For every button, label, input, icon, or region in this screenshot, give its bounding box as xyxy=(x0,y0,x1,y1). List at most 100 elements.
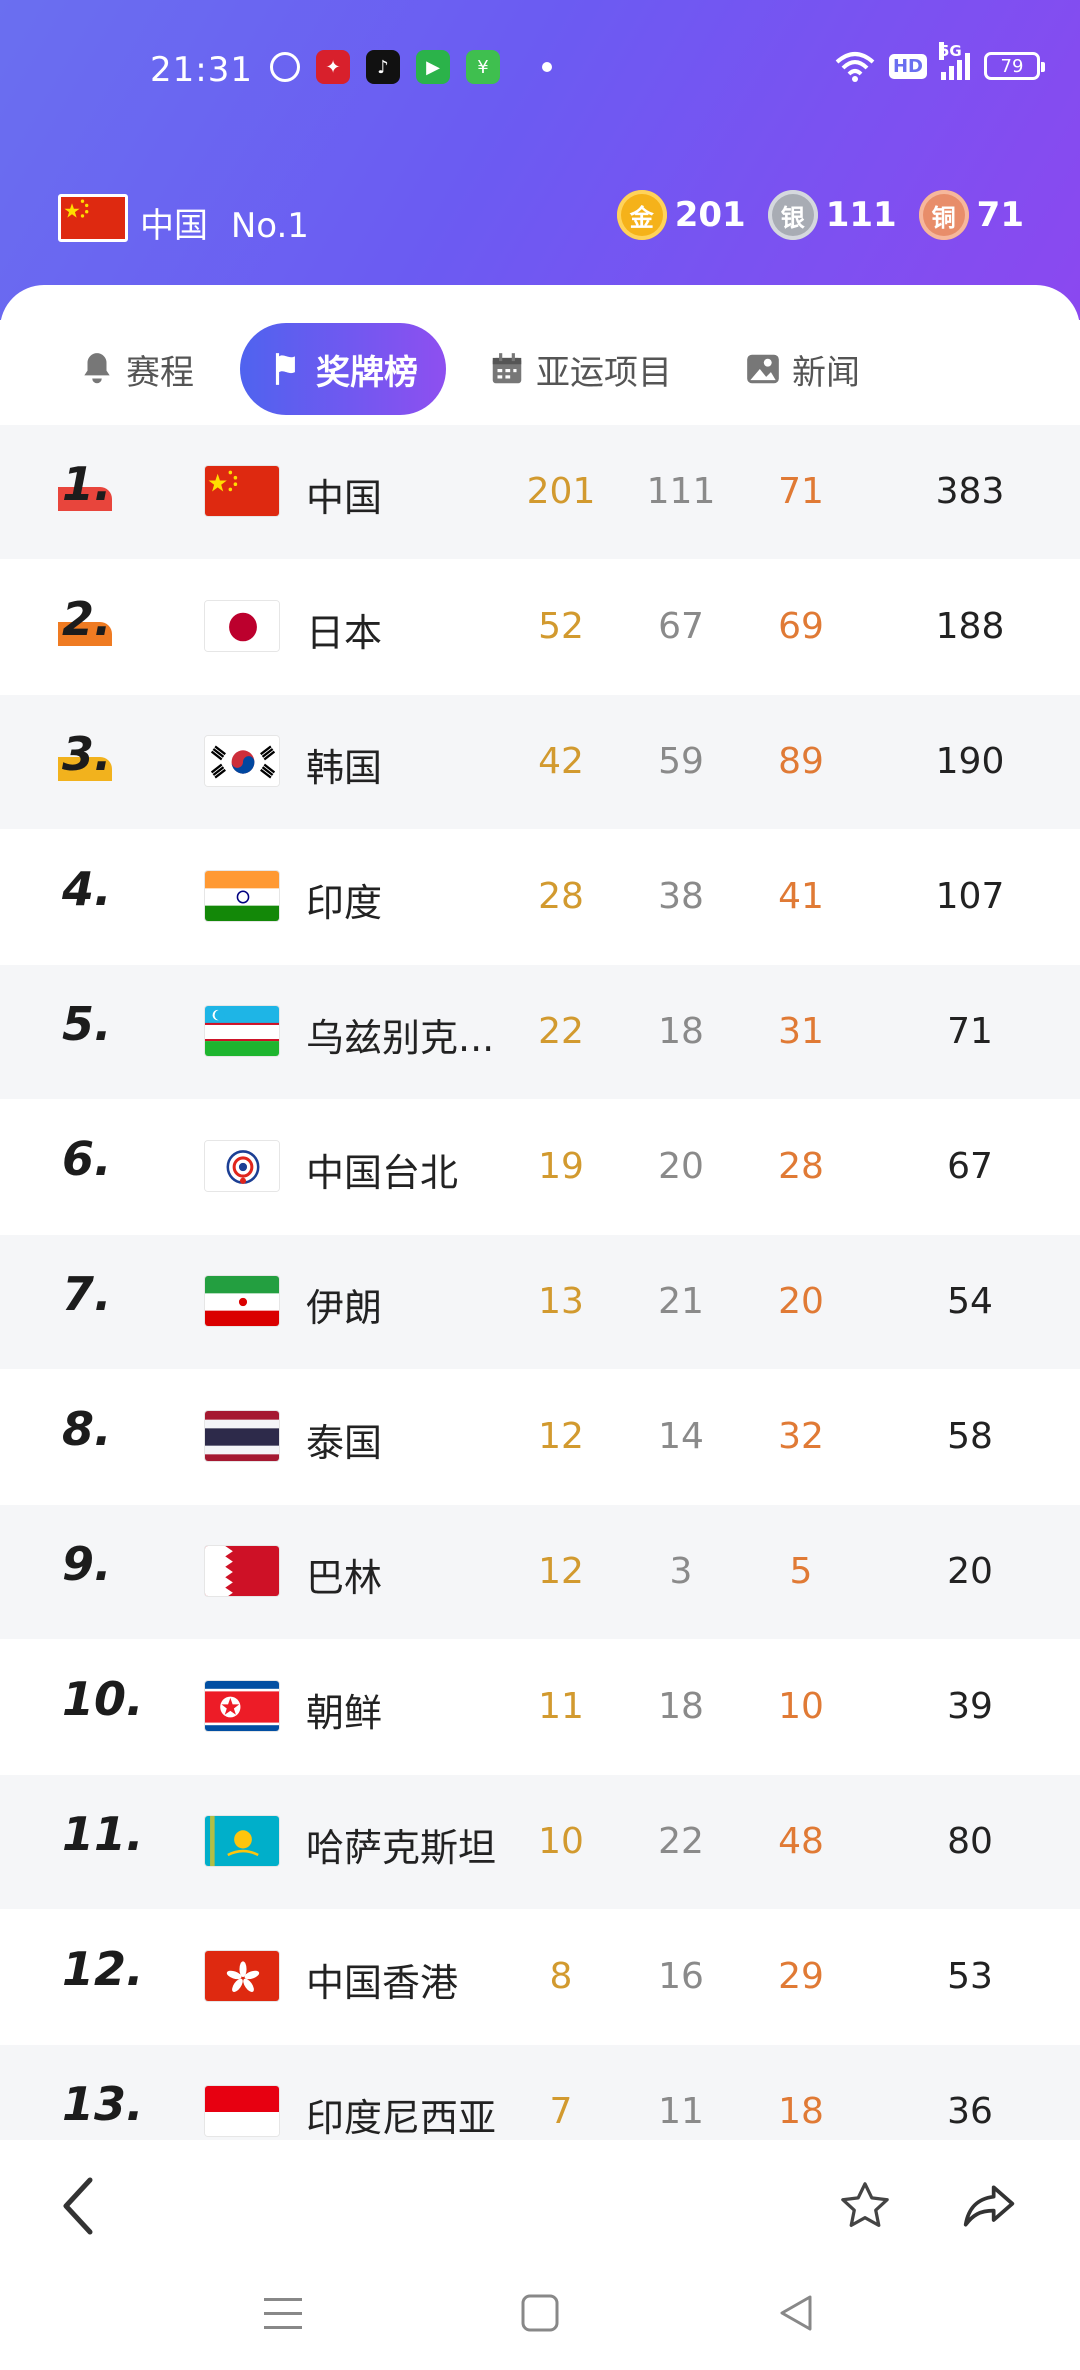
country-flag-icon xyxy=(204,1275,280,1327)
gold-count: 52 xyxy=(538,606,584,647)
tab-medal-table-label: 奖牌榜 xyxy=(316,352,418,393)
gold-count: 12 xyxy=(538,1416,584,1457)
total-count: 39 xyxy=(947,1686,993,1727)
table-row[interactable]: 8. 泰国 12 14 32 58 xyxy=(0,1370,1080,1504)
silver-count: 111 xyxy=(646,471,716,512)
rank-number: 9. xyxy=(62,1537,112,1591)
country-name: 印度 xyxy=(306,881,383,925)
country-flag-icon xyxy=(204,1950,280,2002)
bronze-count: 41 xyxy=(778,876,824,917)
country-name: 中国台北 xyxy=(306,1151,459,1195)
total-count: 53 xyxy=(947,1956,993,1997)
tab-bar: 赛程 奖牌榜 亚运项目 新闻 xyxy=(0,323,1080,415)
leading-country: 中国 No.1 xyxy=(140,198,309,247)
share-icon[interactable] xyxy=(958,2178,1020,2234)
content-card: 赛程 奖牌榜 亚运项目 新闻 1. 中国 201 111 71 383 2. 日… xyxy=(0,285,1080,2179)
bronze-count: 89 xyxy=(778,741,824,782)
total-count: 188 xyxy=(935,606,1005,647)
tab-schedule-label: 赛程 xyxy=(126,352,194,393)
total-count: 58 xyxy=(947,1416,993,1457)
notification-icons: ✦ ♪ ▶ ¥ xyxy=(270,50,552,84)
silver-count: 20 xyxy=(658,1146,704,1187)
silver-count: 11 xyxy=(658,2091,704,2132)
gold-count: 19 xyxy=(538,1146,584,1187)
table-row[interactable]: 10. 朝鲜 11 18 10 39 xyxy=(0,1640,1080,1774)
gold-count: 22 xyxy=(538,1011,584,1052)
table-row[interactable]: 4. 印度 28 38 41 107 xyxy=(0,830,1080,964)
tab-medal-table[interactable]: 奖牌榜 xyxy=(240,323,446,415)
home-icon[interactable] xyxy=(520,2292,560,2334)
menu-icon[interactable] xyxy=(262,2294,304,2334)
tab-schedule[interactable]: 赛程 xyxy=(78,323,194,415)
gold-total: 金 201 xyxy=(616,190,746,240)
battery-icon: 79 xyxy=(984,52,1045,80)
rank-number: 1. xyxy=(62,457,112,511)
system-status-icons: HD 5G 79 xyxy=(835,42,1045,82)
table-row[interactable]: 2. 日本 52 67 69 188 xyxy=(0,560,1080,694)
country-name: 乌兹别克... xyxy=(306,1016,495,1060)
bronze-count: 18 xyxy=(778,2091,824,2132)
rank-number: 5. xyxy=(62,997,112,1051)
table-row[interactable]: 11. 哈萨克斯坦 10 22 48 80 xyxy=(0,1775,1080,1909)
bell-icon xyxy=(84,353,110,384)
video-app-notification-icon: ▶ xyxy=(416,50,450,84)
rank-number: 6. xyxy=(62,1132,112,1186)
bronze-total: 铜 71 xyxy=(918,190,1024,240)
table-row[interactable]: 3. 韩国 42 59 89 190 xyxy=(0,695,1080,829)
table-row[interactable]: 12. 中国香港 8 16 29 53 xyxy=(0,1910,1080,2044)
gold-medal-icon: 金 xyxy=(616,190,667,240)
status-time: 21:31 xyxy=(150,50,253,90)
country-flag-icon xyxy=(204,600,280,652)
country-name: 中国 xyxy=(306,476,383,520)
country-name: 朝鲜 xyxy=(306,1691,383,1735)
rank-number: 13. xyxy=(62,2077,144,2131)
rank-number: 2. xyxy=(62,592,112,646)
rank-number: 8. xyxy=(62,1402,112,1456)
tab-news-label: 新闻 xyxy=(792,352,860,393)
country-flag-icon xyxy=(204,1005,280,1057)
gold-count: 7 xyxy=(549,2091,573,2132)
bronze-count: 29 xyxy=(778,1956,824,1997)
table-row[interactable]: 7. 伊朗 13 21 20 54 xyxy=(0,1235,1080,1369)
gold-count: 42 xyxy=(538,741,584,782)
more-notifications-dot xyxy=(542,62,552,72)
table-row[interactable]: 1. 中国 201 111 71 383 xyxy=(0,425,1080,559)
china-flag-icon xyxy=(58,194,128,242)
silver-count: 18 xyxy=(658,1011,704,1052)
bronze-count: 31 xyxy=(778,1011,824,1052)
tab-asian-games-events[interactable]: 亚运项目 xyxy=(488,323,672,415)
rank-number: 10. xyxy=(62,1672,144,1726)
back-triangle-icon[interactable] xyxy=(776,2292,816,2334)
rank-number: 7. xyxy=(62,1267,112,1321)
bronze-count: 10 xyxy=(778,1686,824,1727)
country-name: 伊朗 xyxy=(306,1286,383,1330)
silver-count: 67 xyxy=(658,606,704,647)
silver-count: 22 xyxy=(658,1821,704,1862)
gold-count: 28 xyxy=(538,876,584,917)
rank-number: 3. xyxy=(62,727,112,781)
red-app-notification-icon: ✦ xyxy=(316,50,350,84)
hd-badge: HD xyxy=(888,53,927,79)
calendar-icon xyxy=(492,353,522,384)
bronze-medal-icon: 铜 xyxy=(918,190,969,240)
bronze-count: 69 xyxy=(778,606,824,647)
green-app-notification-icon: ¥ xyxy=(466,50,500,84)
table-row[interactable]: 9. 巴林 12 3 5 20 xyxy=(0,1505,1080,1639)
country-name: 日本 xyxy=(306,611,383,655)
bronze-count: 48 xyxy=(778,1821,824,1862)
medal-totals: 金 201 银 111 铜 71 xyxy=(616,190,1024,240)
image-icon xyxy=(747,354,779,384)
favorite-star-icon[interactable] xyxy=(836,2178,894,2234)
gold-count: 13 xyxy=(538,1281,584,1322)
table-row[interactable]: 6. 中国台北 19 20 28 67 xyxy=(0,1100,1080,1234)
country-flag-icon xyxy=(204,1680,280,1732)
silver-count: 3 xyxy=(669,1551,693,1592)
system-navigation-bar xyxy=(0,2270,1080,2370)
tab-news[interactable]: 新闻 xyxy=(744,323,860,415)
rank-number: 4. xyxy=(62,862,112,916)
bronze-count: 71 xyxy=(976,195,1024,235)
leading-country-rank: No.1 xyxy=(230,206,309,246)
gold-count: 201 xyxy=(526,471,596,512)
back-arrow-icon[interactable] xyxy=(56,2174,100,2238)
table-row[interactable]: 5. 乌兹别克... 22 18 31 71 xyxy=(0,965,1080,1099)
